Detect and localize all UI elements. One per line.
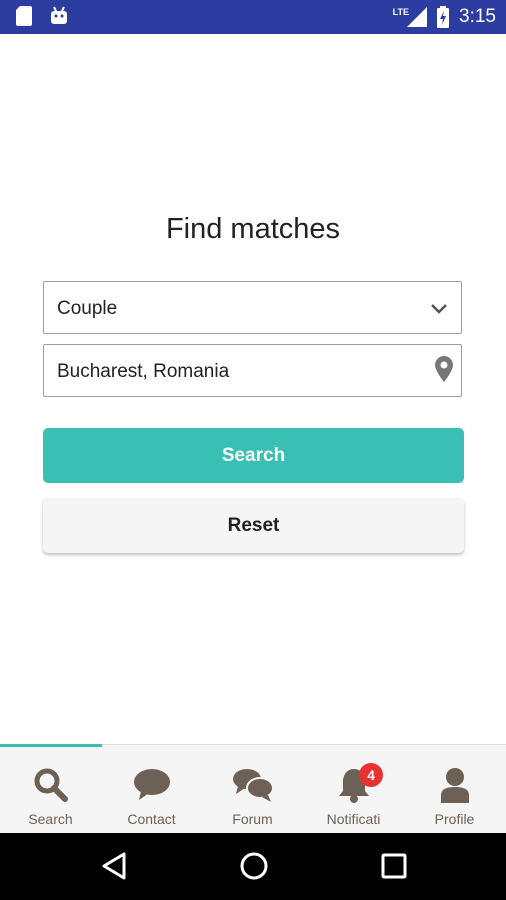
location-value: Bucharest, Romania [57,361,230,382]
back-icon[interactable] [101,851,127,881]
tab-forum[interactable]: Forum [202,745,303,834]
status-bar: LTE 3:15 [0,0,506,34]
notification-badge: 4 [359,763,383,787]
reset-button[interactable]: Reset [43,498,464,553]
tab-label: Contact [127,811,176,827]
tab-search[interactable]: Search [0,745,101,834]
clock: 3:15 [459,6,496,27]
search-icon [34,768,68,802]
battery-charging-icon [437,6,450,28]
tab-label: Forum [232,811,273,827]
signal-icon [407,7,428,27]
active-tab-indicator [0,744,102,747]
type-select-value: Couple [57,298,118,319]
tab-profile[interactable]: Profile [404,745,505,834]
android-icon [51,6,67,24]
system-navigation-bar [0,833,506,900]
tab-label: Notificati [326,811,381,827]
search-button[interactable]: Search [43,428,464,483]
tab-label: Profile [434,811,475,827]
type-select[interactable]: Couple [43,281,462,334]
location-field[interactable]: Bucharest, Romania [43,344,462,397]
home-icon[interactable] [239,851,269,881]
location-pin-icon[interactable] [435,356,453,382]
recents-icon[interactable] [381,851,407,881]
chat-bubble-icon [133,769,170,800]
tab-notifications[interactable]: 4 Notificati [303,745,404,834]
bottom-tab-bar: Search Contact Forum 4 Notificati Profil… [0,744,506,834]
page-title: Find matches [165,213,341,245]
tab-contact[interactable]: Contact [101,745,202,834]
sd-card-icon [16,6,32,26]
chevron-down-icon [431,304,447,314]
forum-icon [232,769,274,802]
tab-label: Search [28,811,73,827]
person-icon [440,768,469,803]
